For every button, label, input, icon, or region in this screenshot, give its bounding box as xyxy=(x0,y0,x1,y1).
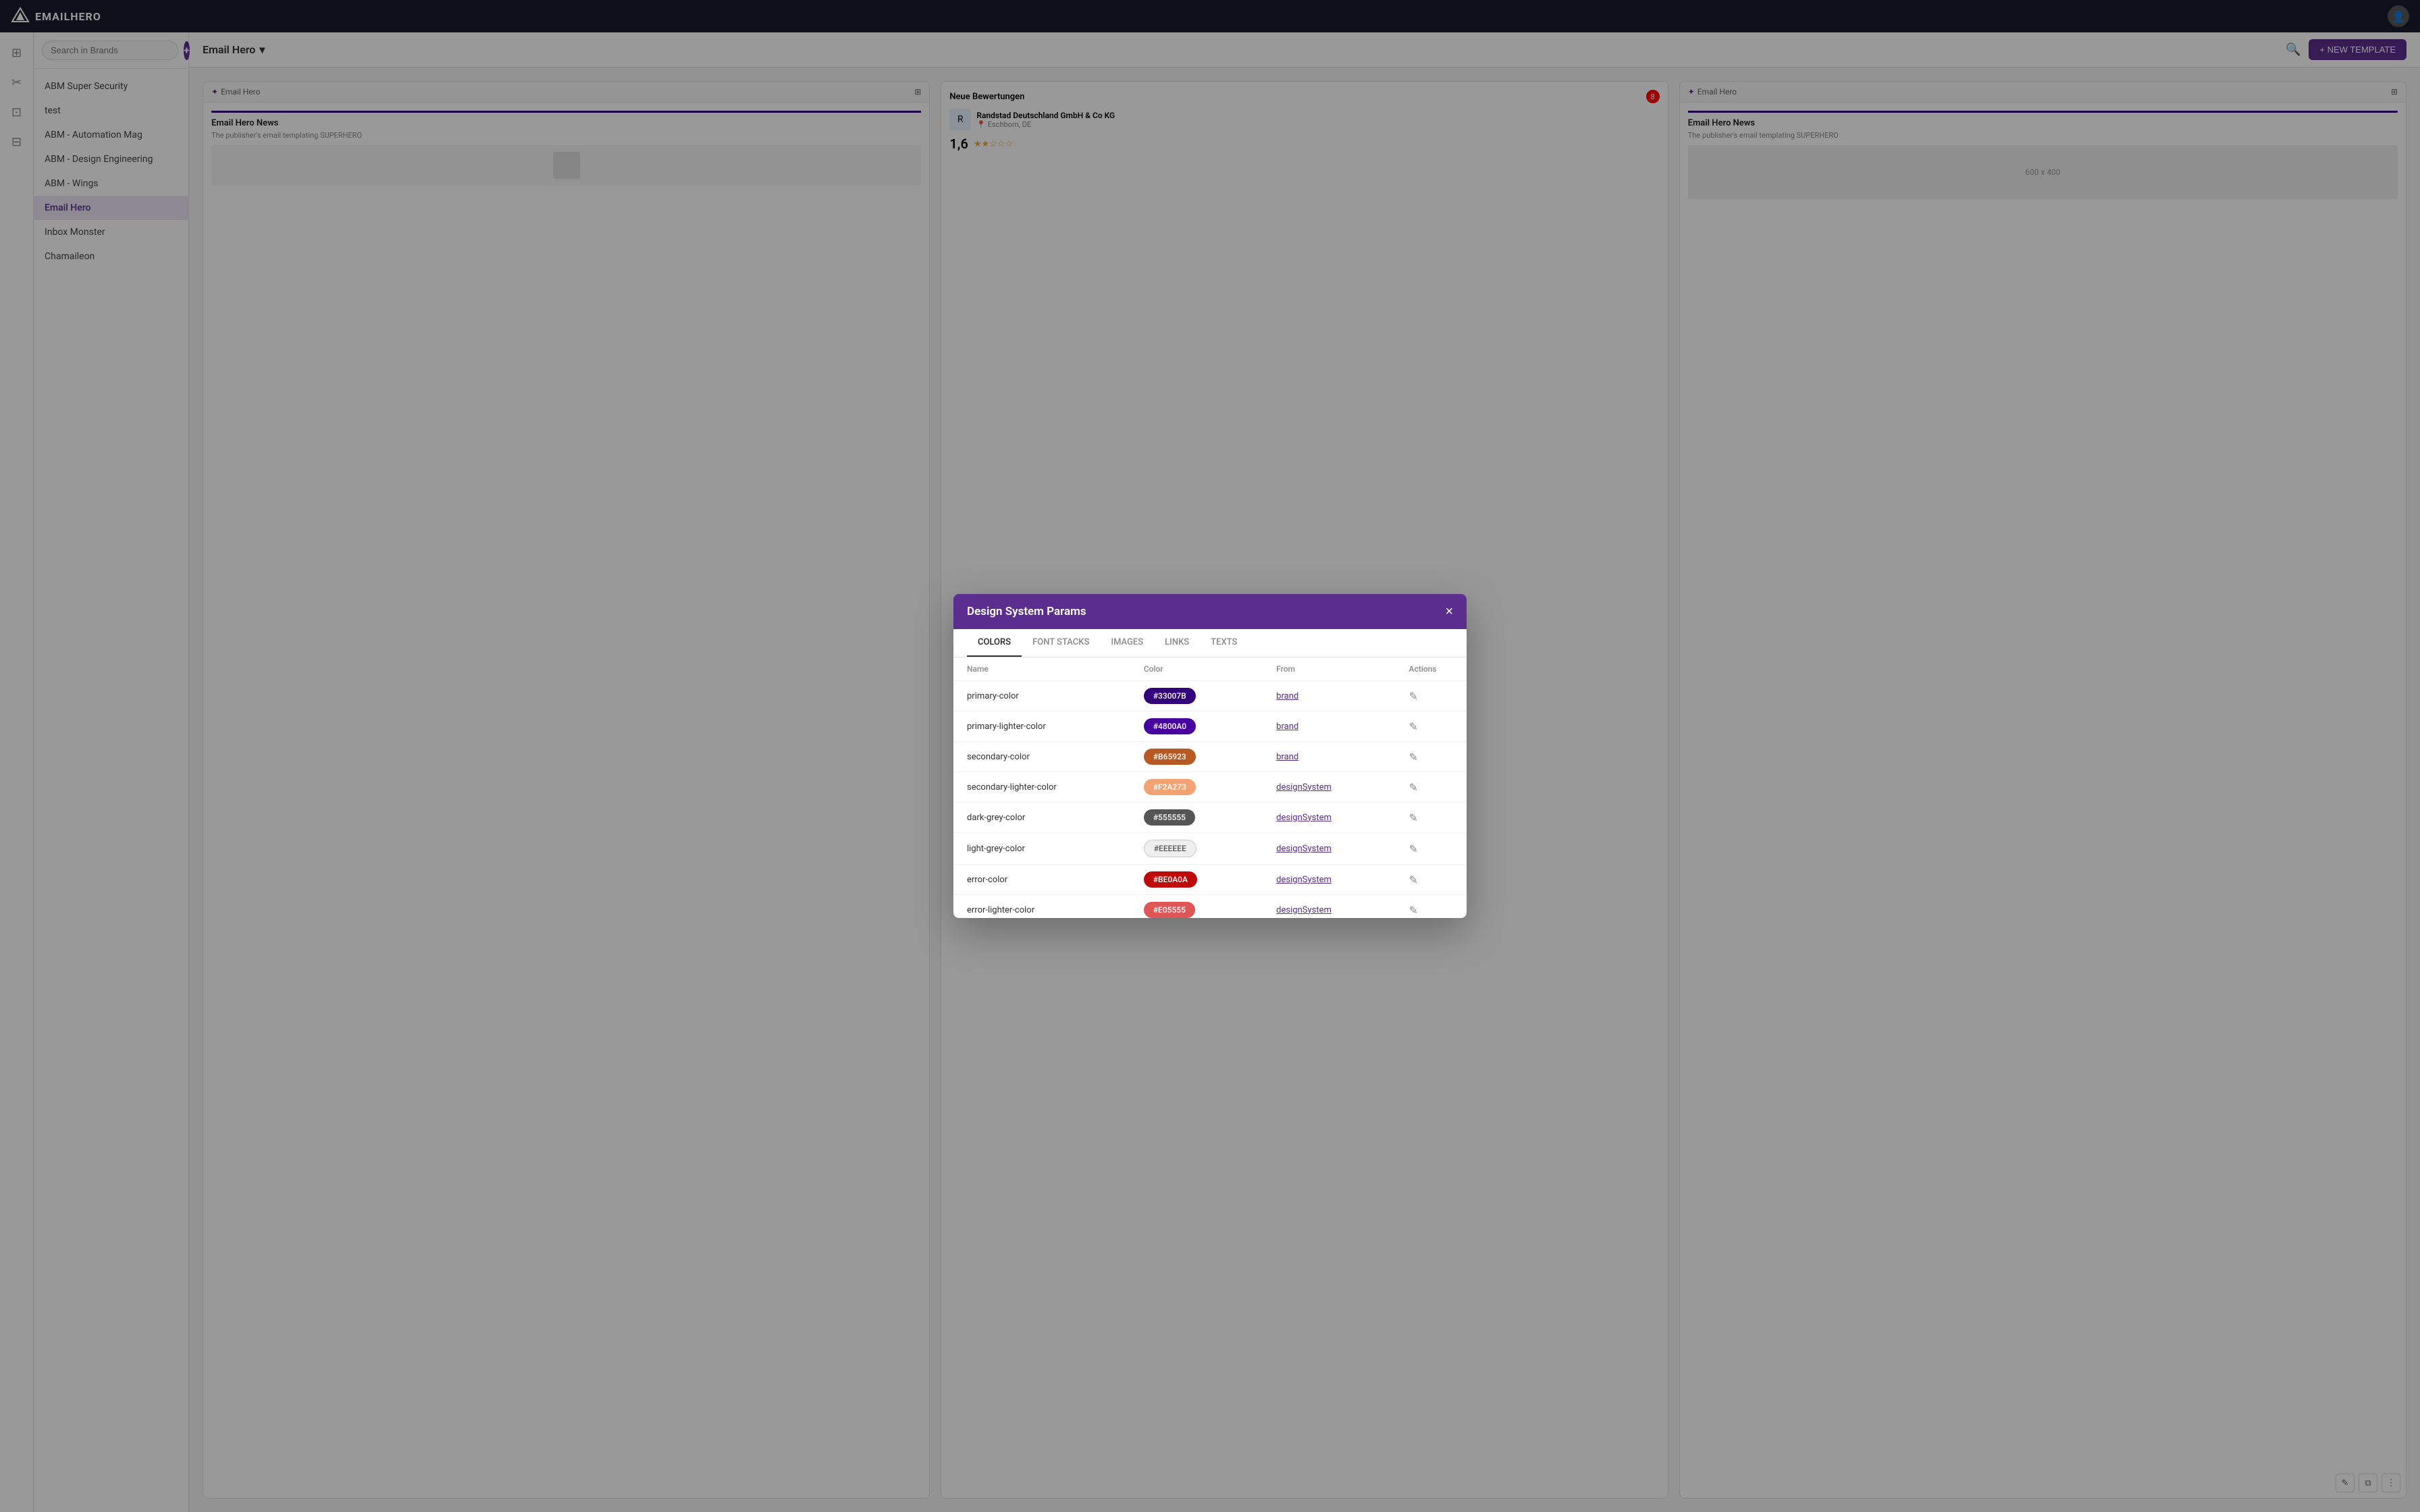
color-name-secondary: secondary-color xyxy=(967,752,1144,762)
color-from-error[interactable]: designSystem xyxy=(1276,875,1409,885)
modal-tabs: COLORS FONT STACKS IMAGES LINKS TEXTS xyxy=(953,629,1467,657)
color-name-dark-grey: dark-grey-color xyxy=(967,813,1144,823)
color-chip-light-grey: #EEEEEE xyxy=(1144,840,1196,857)
color-chip-error-lighter: #E05555 xyxy=(1144,902,1195,918)
edit-button-light-grey[interactable]: ✎ xyxy=(1409,842,1453,855)
color-name-error-lighter: error-lighter-color xyxy=(967,905,1144,915)
tab-texts[interactable]: TEXTS xyxy=(1200,629,1248,657)
color-from-dark-grey[interactable]: designSystem xyxy=(1276,813,1409,823)
color-name-secondary-lighter: secondary-lighter-color xyxy=(967,782,1144,792)
tab-images[interactable]: IMAGES xyxy=(1100,629,1154,657)
color-chip-secondary-lighter: #F2A273 xyxy=(1144,779,1196,795)
col-header-color: Color xyxy=(1144,664,1276,674)
edit-button-dark-grey[interactable]: ✎ xyxy=(1409,811,1453,824)
edit-button-primary-lighter[interactable]: ✎ xyxy=(1409,720,1453,733)
modal-close-button[interactable]: × xyxy=(1445,605,1453,618)
edit-button-secondary[interactable]: ✎ xyxy=(1409,751,1453,763)
col-header-from: From xyxy=(1276,664,1409,674)
color-row-dark-grey: dark-grey-color #555555 designSystem ✎ xyxy=(953,803,1467,833)
modal-title: Design System Params xyxy=(967,605,1086,618)
color-row-light-grey: light-grey-color #EEEEEE designSystem ✎ xyxy=(953,833,1467,865)
modal-header: Design System Params × xyxy=(953,594,1467,629)
color-from-primary-lighter[interactable]: brand xyxy=(1276,722,1409,732)
color-chip-primary-lighter: #4800A0 xyxy=(1144,718,1196,734)
color-row-primary-lighter: primary-lighter-color #4800A0 brand ✎ xyxy=(953,711,1467,742)
color-name-light-grey: light-grey-color xyxy=(967,844,1144,854)
color-chip-dark-grey: #555555 xyxy=(1144,809,1195,826)
color-row-secondary: secondary-color #B65923 brand ✎ xyxy=(953,742,1467,772)
color-chip-primary: #33007B xyxy=(1144,688,1196,704)
tab-font-stacks[interactable]: FONT STACKS xyxy=(1022,629,1100,657)
col-header-name: Name xyxy=(967,664,1144,674)
color-from-secondary-lighter[interactable]: designSystem xyxy=(1276,782,1409,792)
modal-overlay[interactable]: Design System Params × COLORS FONT STACK… xyxy=(0,0,2420,1512)
color-from-primary[interactable]: brand xyxy=(1276,691,1409,701)
color-name-error: error-color xyxy=(967,875,1144,885)
col-header-actions: Actions xyxy=(1409,664,1453,674)
color-chip-error: #BE0A0A xyxy=(1144,871,1197,888)
color-row-primary: primary-color #33007B brand ✎ xyxy=(953,681,1467,711)
edit-button-error-lighter[interactable]: ✎ xyxy=(1409,904,1453,917)
tab-links[interactable]: LINKS xyxy=(1154,629,1200,657)
modal-body: Name Color From Actions primary-color #3… xyxy=(953,657,1467,918)
table-header-row: Name Color From Actions xyxy=(953,657,1467,681)
color-chip-secondary: #B65923 xyxy=(1144,749,1196,765)
edit-button-secondary-lighter[interactable]: ✎ xyxy=(1409,781,1453,794)
color-row-secondary-lighter: secondary-lighter-color #F2A273 designSy… xyxy=(953,772,1467,803)
color-row-error: error-color #BE0A0A designSystem ✎ xyxy=(953,865,1467,895)
color-name-primary-lighter: primary-lighter-color xyxy=(967,722,1144,732)
edit-button-primary[interactable]: ✎ xyxy=(1409,690,1453,703)
color-from-secondary[interactable]: brand xyxy=(1276,752,1409,762)
design-system-modal: Design System Params × COLORS FONT STACK… xyxy=(953,594,1467,918)
color-row-error-lighter: error-lighter-color #E05555 designSystem… xyxy=(953,895,1467,918)
edit-button-error[interactable]: ✎ xyxy=(1409,873,1453,886)
color-name-primary: primary-color xyxy=(967,691,1144,701)
tab-colors[interactable]: COLORS xyxy=(967,629,1022,657)
color-from-light-grey[interactable]: designSystem xyxy=(1276,844,1409,854)
color-from-error-lighter[interactable]: designSystem xyxy=(1276,905,1409,915)
